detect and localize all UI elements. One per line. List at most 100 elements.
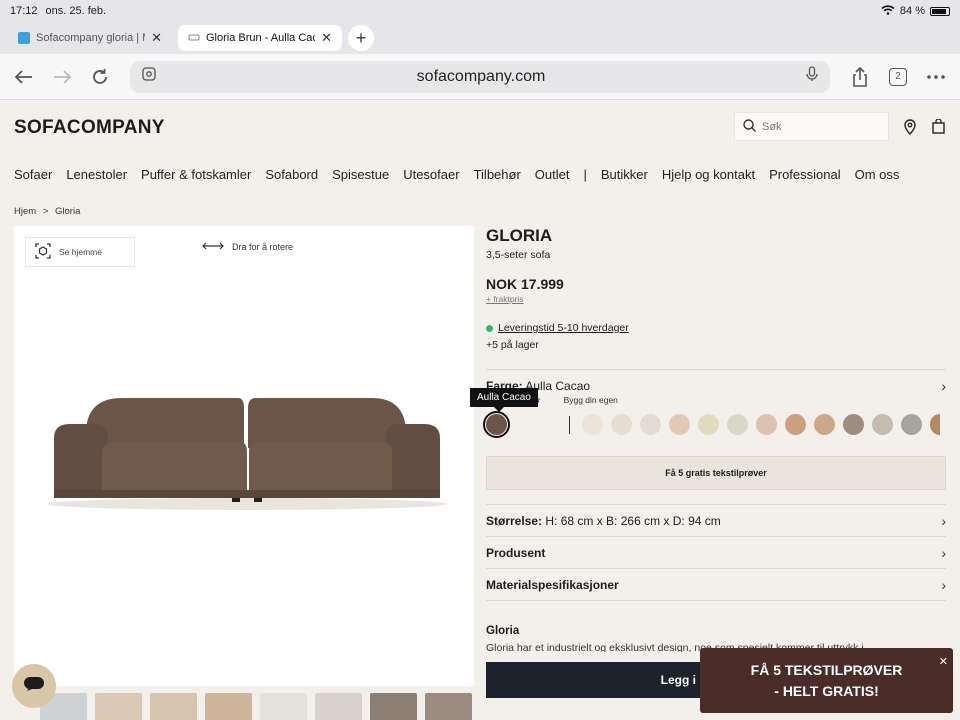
nav-item-outlet[interactable]: Outlet (535, 167, 570, 182)
reload-button[interactable] (86, 63, 114, 91)
swatch-separator (569, 415, 570, 434)
color-swatch[interactable] (756, 414, 777, 435)
nav-item-sofaer[interactable]: Sofaer (14, 167, 52, 182)
chevron-right-icon: › (941, 377, 946, 394)
webpage: SOFACOMPANY Søk Sofaer Lenestoler Puffer… (0, 101, 960, 720)
stock-status-dot (486, 324, 493, 332)
materials-row[interactable]: Materialspesifikasjoner › (486, 569, 946, 600)
chat-button[interactable] (12, 664, 56, 708)
sofa-product-image[interactable] (42, 386, 452, 516)
product-name: GLORIA (486, 226, 553, 245)
nav-item-lenestoler[interactable]: Lenestoler (66, 167, 127, 182)
browser-tab-active[interactable]: Gloria Brun - Aulla Cacao ✕ (178, 25, 342, 51)
manufacturer-row[interactable]: Produsent › (486, 537, 946, 568)
nav-item-butikker[interactable]: Butikker (601, 167, 648, 182)
chevron-right-icon: › (941, 544, 946, 561)
nav-item-utesofaer[interactable]: Utesofaer (403, 167, 459, 182)
gallery-thumbnail[interactable] (260, 693, 307, 720)
free-samples-button[interactable]: Få 5 gratis tekstilprøver (486, 456, 946, 490)
color-swatch[interactable] (698, 414, 719, 435)
color-swatch[interactable] (785, 414, 806, 435)
battery-percent: 84 % (899, 5, 925, 17)
breadcrumb-current: Gloria (55, 206, 81, 217)
see-at-home-button[interactable]: Se hjemme (25, 237, 135, 267)
description-title: Gloria (486, 625, 520, 637)
add-to-cart-button[interactable]: Legg i (486, 662, 726, 698)
nav-separator: | (583, 167, 587, 182)
stock-info: +5 på lager (486, 339, 539, 351)
nav-item-hjelp[interactable]: Hjelp og kontakt (662, 167, 755, 182)
share-button[interactable] (846, 63, 874, 91)
color-swatch[interactable] (930, 414, 940, 435)
nav-item-om-oss[interactable]: Om oss (855, 167, 900, 182)
see-at-home-label: Se hjemme (59, 247, 102, 257)
search-input[interactable]: Søk (734, 112, 889, 141)
gallery-thumbnail[interactable] (315, 693, 362, 720)
sofa-favicon-icon (188, 32, 200, 45)
nav-item-tilbehor[interactable]: Tilbehør (474, 167, 521, 182)
color-swatch[interactable] (814, 414, 835, 435)
nav-item-puffer[interactable]: Puffer & fotskamler (141, 167, 251, 182)
size-row[interactable]: Størrelse: H: 68 cm x B: 266 cm x D: 94 … (486, 505, 946, 536)
swatch-aulla-cacao[interactable] (483, 411, 510, 438)
gallery-thumbnails (40, 693, 472, 720)
freight-link[interactable]: + fraktpris (486, 294, 946, 304)
browser-toolbar: sofacompany.com 2 (0, 54, 960, 100)
back-button[interactable] (10, 63, 38, 91)
gallery-thumbnail[interactable] (370, 693, 417, 720)
tab-title: Sofacompany gloria | Ma (36, 32, 145, 44)
color-swatch[interactable] (901, 414, 922, 435)
color-swatch[interactable] (669, 414, 690, 435)
ar-view-icon (35, 243, 51, 261)
address-bar[interactable]: sofacompany.com (130, 60, 830, 93)
breadcrumb: Hjem > Gloria (14, 206, 80, 217)
size-label: Størrelse: (486, 513, 543, 528)
delivery-time-link[interactable]: Leveringstid 5-10 hverdager (498, 322, 629, 334)
tab-count: 2 (889, 67, 907, 86)
build-your-own-label[interactable]: Bygg din egen (564, 395, 618, 405)
tab-title: Gloria Brun - Aulla Cacao (206, 32, 315, 44)
nav-item-spisestue[interactable]: Spisestue (332, 167, 389, 182)
tab-bar: Sofacompany gloria | Ma ✕ Gloria Brun - … (0, 22, 960, 54)
favicon-icon (18, 32, 30, 44)
product-info: GLORIA 3,5-seter sofa NOK 17.999 + frakt… (486, 226, 946, 401)
microphone-icon[interactable] (806, 66, 818, 87)
rotate-hint: Dra for å rotere (202, 242, 293, 252)
color-swatch[interactable] (872, 414, 893, 435)
nav-item-sofabord[interactable]: Sofabord (265, 167, 318, 182)
rotate-hint-label: Dra for å rotere (232, 242, 294, 252)
wifi-icon (881, 4, 895, 18)
gallery-thumbnail[interactable] (95, 693, 142, 720)
page-menu-icon[interactable] (142, 67, 156, 86)
divider (486, 600, 946, 601)
color-swatch[interactable] (843, 414, 864, 435)
site-logo[interactable]: SOFACOMPANY (14, 117, 165, 139)
promo-line-1: FÅ 5 TEKSTILPRØVER (750, 661, 903, 678)
forward-button[interactable] (48, 63, 76, 91)
gallery-thumbnail[interactable] (425, 693, 472, 720)
color-swatch[interactable] (727, 414, 748, 435)
gallery-thumbnail[interactable] (205, 693, 252, 720)
color-swatch[interactable] (582, 414, 603, 435)
close-tab-icon[interactable]: ✕ (321, 30, 332, 46)
new-tab-button[interactable]: + (348, 25, 374, 51)
color-swatch[interactable] (640, 414, 661, 435)
product-details-accordion: Størrelse: H: 68 cm x B: 266 cm x D: 94 … (486, 504, 946, 601)
browser-tab[interactable]: Sofacompany gloria | Ma ✕ (8, 25, 172, 51)
breadcrumb-home[interactable]: Hjem (14, 206, 36, 217)
more-menu-button[interactable] (922, 63, 950, 91)
color-swatch[interactable] (611, 414, 632, 435)
samples-promo-popup[interactable]: ✕ FÅ 5 TEKSTILPRØVER - HELT GRATIS! (700, 648, 953, 713)
product-price: NOK 17.999 (486, 276, 564, 292)
close-icon[interactable]: ✕ (939, 652, 948, 673)
search-placeholder: Søk (762, 120, 782, 133)
tab-overview-button[interactable]: 2 (884, 63, 912, 91)
url-text: sofacompany.com (416, 67, 546, 85)
location-pin-icon[interactable] (903, 119, 919, 135)
product-viewer[interactable]: Se hjemme Dra for å rotere (14, 226, 474, 686)
close-tab-icon[interactable]: ✕ (151, 30, 162, 46)
shopping-bag-icon[interactable] (932, 118, 948, 135)
nav-item-professional[interactable]: Professional (769, 167, 841, 182)
gallery-thumbnail[interactable] (150, 693, 197, 720)
promo-line-2: - HELT GRATIS! (774, 682, 879, 699)
